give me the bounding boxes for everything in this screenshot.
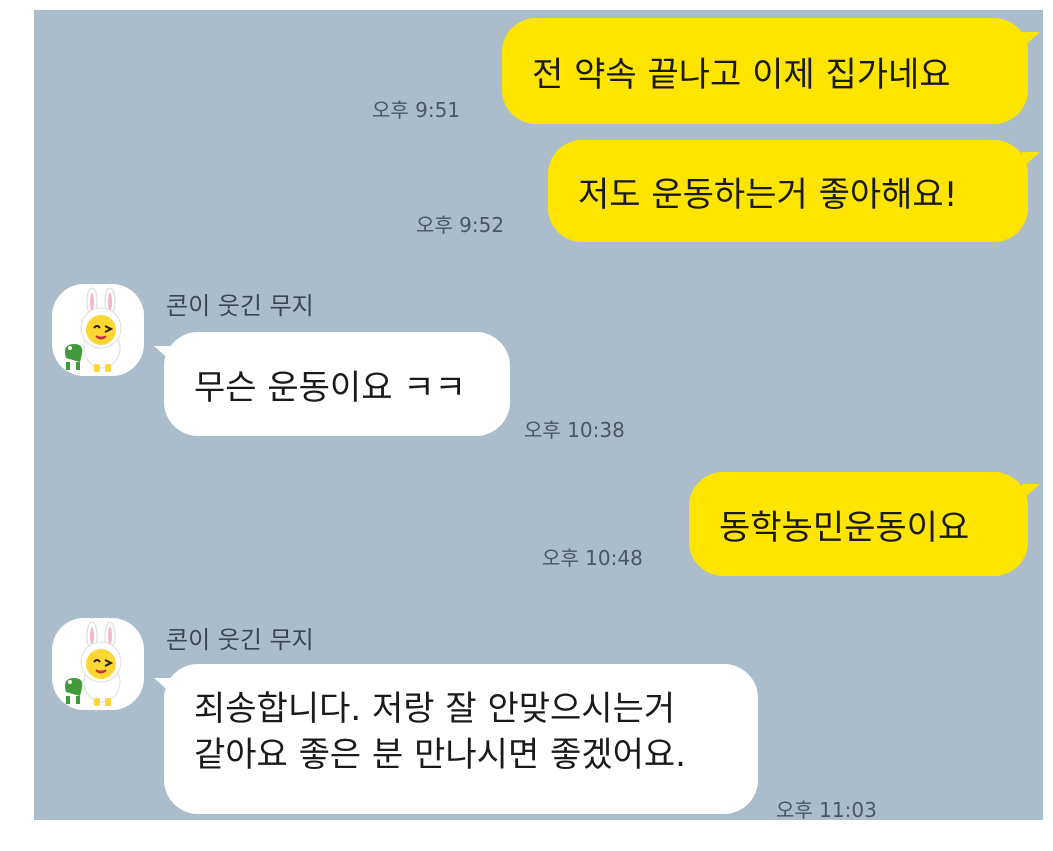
incoming-message-bubble[interactable]: 무슨 운동이요 ㅋㅋ: [164, 332, 510, 436]
bubble-tail: [1022, 152, 1040, 168]
sender-avatar[interactable]: [52, 284, 144, 376]
bubble-tail: [154, 346, 172, 362]
message-time: 오후 9:51: [372, 98, 461, 122]
message-text: 저도 운동하는거 좋아해요!: [578, 174, 958, 215]
sender-name: 콘이 웃긴 무지: [166, 292, 314, 320]
message-text: 전 약속 끝나고 이제 집가네요: [532, 54, 951, 95]
outgoing-message-bubble[interactable]: 저도 운동하는거 좋아해요!: [548, 140, 1028, 242]
message-text: 무슨 운동이요 ㅋㅋ: [194, 367, 466, 408]
message-time: 오후 11:03: [776, 798, 877, 820]
message-text-line: 죄송합니다. 저랑 잘 안맞으시는거: [194, 689, 676, 729]
message-time: 오후 10:48: [542, 546, 643, 570]
outgoing-message-bubble[interactable]: 전 약속 끝나고 이제 집가네요: [502, 18, 1028, 124]
muzi-rabbit-avatar-icon: [65, 621, 122, 706]
message-text: 동학농민운동이요: [719, 507, 970, 548]
sender-avatar[interactable]: [52, 618, 144, 710]
chat-room[interactable]: 전 약속 끝나고 이제 집가네요 오후 9:51 저도 운동하는거 좋아해요! …: [34, 10, 1043, 820]
incoming-message-bubble[interactable]: 죄송합니다. 저랑 잘 안맞으시는거 같아요 좋은 분 만나시면 좋겠어요.: [164, 664, 758, 814]
bubble-tail: [154, 678, 172, 694]
bubble-tail: [1022, 484, 1040, 500]
message-time: 오후 9:52: [416, 213, 505, 237]
outgoing-message-bubble[interactable]: 동학농민운동이요: [689, 472, 1028, 576]
sender-name: 콘이 웃긴 무지: [166, 626, 314, 654]
message-time: 오후 10:38: [524, 418, 625, 442]
muzi-rabbit-avatar-icon: [65, 287, 122, 372]
bubble-tail: [1022, 32, 1040, 48]
message-text-line: 같아요 좋은 분 만나시면 좋겠어요.: [194, 735, 686, 775]
